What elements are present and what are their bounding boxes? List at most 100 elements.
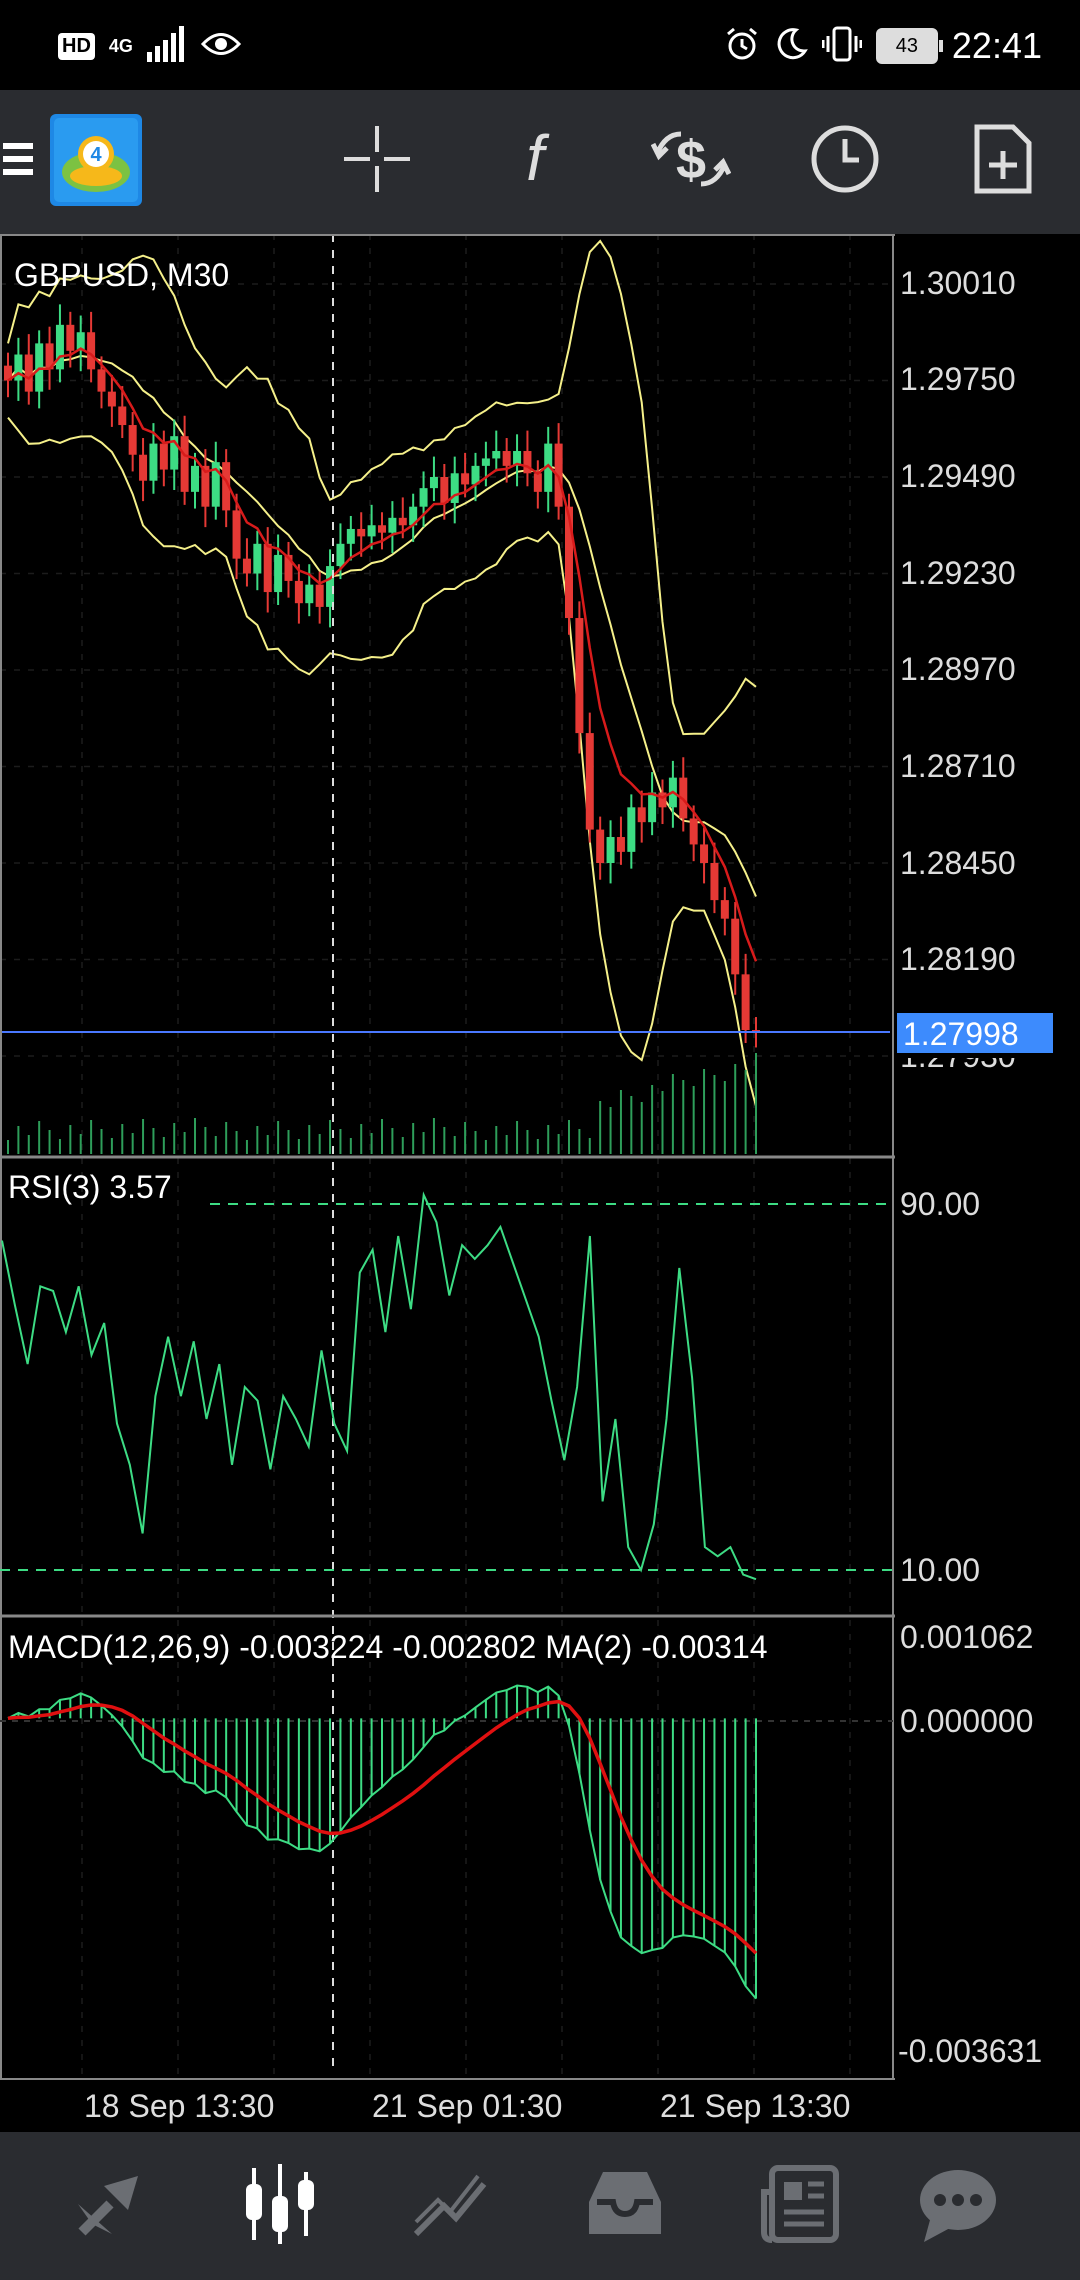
app-logo[interactable]: 4 [50, 113, 142, 211]
candle-body [627, 807, 636, 852]
candle-body [118, 406, 127, 426]
current-price-label: 1.27998 [903, 1016, 1019, 1052]
candle-body [398, 517, 407, 526]
eye-icon [200, 29, 241, 64]
time-label: 21 Sep 13:30 [660, 2088, 850, 2124]
crosshair-icon [342, 124, 412, 199]
svg-text:4: 4 [90, 144, 102, 166]
timeframe-button[interactable] [800, 116, 890, 206]
price-tick: 1.28190 [900, 941, 1016, 977]
nav-news[interactable] [750, 2156, 850, 2256]
candle-body [180, 436, 189, 492]
chart-canvas[interactable]: 1.27998 1.30010 1.29750 1.29490 1.29230 … [0, 234, 1080, 2132]
clock-icon [809, 123, 881, 200]
function-icon: f [505, 122, 565, 199]
candlesticks [4, 304, 760, 1048]
quotes-icon [70, 2164, 150, 2249]
candle-body [429, 477, 438, 489]
candlestick-icon [238, 2162, 322, 2251]
candle-body [575, 618, 584, 734]
candle-body [502, 451, 511, 466]
candle-body [149, 443, 158, 481]
candle-body [648, 792, 657, 823]
macd-scale-label: 0.001062 [900, 1619, 1033, 1655]
alarm-icon [724, 26, 760, 67]
bollinger-line [7, 239, 757, 736]
candle-body [440, 477, 449, 503]
nav-quotes[interactable] [60, 2156, 160, 2256]
candle-body [55, 324, 64, 370]
rsi-level-label: 10.00 [900, 1552, 980, 1588]
candle-body [523, 451, 532, 474]
hd-badge: HD [58, 32, 95, 60]
candle-body [689, 818, 698, 845]
nav-trade[interactable] [400, 2156, 500, 2256]
new-document-icon [973, 123, 1033, 200]
templates-button[interactable] [958, 116, 1048, 206]
crosshair-button[interactable] [332, 116, 422, 206]
nav-chart[interactable] [230, 2156, 330, 2256]
metatrader-logo-icon: 4 [50, 113, 142, 211]
candle-body [388, 517, 397, 533]
trade-trend-icon [408, 2162, 492, 2251]
price-tick: 1.30010 [900, 265, 1016, 301]
candle-body [346, 528, 355, 544]
menu-icon [3, 137, 47, 186]
candle-body [305, 584, 314, 604]
indicators-button[interactable]: f [490, 116, 580, 206]
bollinger-bands [7, 239, 757, 1107]
candle-body [357, 528, 366, 537]
moving-average-line [7, 347, 758, 962]
news-icon [758, 2162, 842, 2251]
currency-exchange-icon: $ [650, 124, 732, 199]
candle-body [710, 863, 719, 901]
moon-icon [774, 27, 808, 66]
candle-body [596, 829, 605, 863]
macd-scale-label: 0.000000 [900, 1703, 1033, 1739]
rsi-label: RSI(3) 3.57 [8, 1169, 172, 1205]
time-label: 21 Sep 01:30 [372, 2088, 562, 2124]
candle-body [616, 837, 625, 852]
chat-icon [916, 2162, 1000, 2251]
bottom-navigation [0, 2132, 1080, 2280]
macd-label: MACD(12,26,9) -0.003224 -0.002802 MA(2) … [8, 1629, 768, 1665]
chart-area[interactable]: 1.27998 1.30010 1.29750 1.29490 1.29230 … [0, 234, 1080, 2132]
top-toolbar: 4 f $ [0, 90, 1080, 234]
candle-body [24, 354, 33, 392]
candle-body [274, 554, 283, 593]
candle-body [253, 543, 262, 574]
candle-body [481, 458, 490, 466]
candle-body [606, 837, 615, 863]
price-tick: 1.29490 [900, 458, 1016, 494]
candle-body [336, 543, 345, 567]
candle-body [97, 369, 106, 392]
time-label: 18 Sep 13:30 [84, 2088, 274, 2124]
price-tick: 1.29230 [900, 555, 1016, 591]
candle-body [533, 473, 542, 492]
svg-text:f: f [526, 124, 550, 194]
battery-icon: 43 [875, 28, 943, 64]
candle-body [294, 580, 303, 604]
network-type-label: 4G [108, 36, 133, 56]
status-time: 22:41 [951, 25, 1042, 66]
rsi-line [1, 1191, 757, 1581]
price-tick: 1.29750 [900, 361, 1016, 397]
symbol-label: GBPUSD, M30 [14, 257, 229, 293]
nav-chat[interactable] [908, 2156, 1008, 2256]
status-bar: HD 4G 43 22:41 [0, 0, 1080, 90]
candle-body [87, 332, 96, 370]
volume-bars [7, 1053, 757, 1154]
candle-body [159, 443, 168, 470]
candle-body [741, 974, 750, 1031]
candle-body [66, 324, 75, 351]
candle-body [139, 454, 148, 481]
nav-history[interactable] [575, 2156, 675, 2256]
candle-body [637, 807, 646, 823]
price-scale: 1.30010 1.29750 1.29490 1.29230 1.28970 … [900, 265, 1016, 1074]
price-tick: 1.28450 [900, 845, 1016, 881]
candle-body [107, 391, 116, 407]
trade-button[interactable]: $ [646, 116, 736, 206]
candle-body [315, 584, 324, 607]
vibrate-icon [821, 26, 863, 67]
candle-body [731, 918, 740, 975]
